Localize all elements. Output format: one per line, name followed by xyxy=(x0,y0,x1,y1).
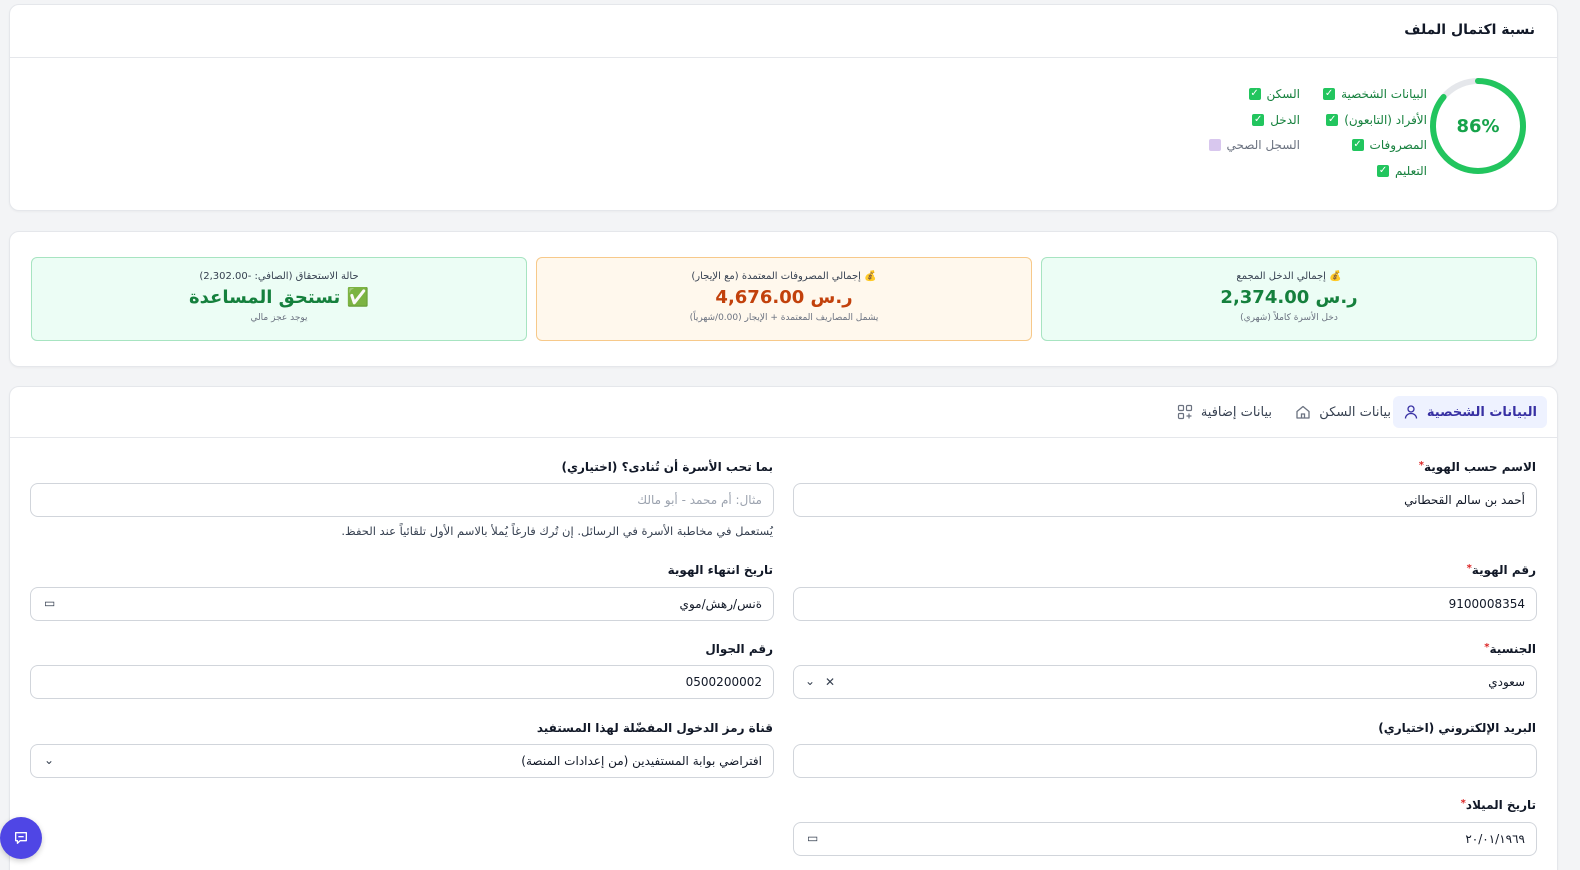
mobile-label: رقم الجوال xyxy=(705,642,773,656)
financial-summary-card: 💰 إجمالي الدخل المجمع ر.س 2,374.00 دخل ا… xyxy=(9,231,1558,367)
completion-title: نسبة اكتمال الملف xyxy=(1404,22,1535,38)
stat-value: ✅ تستحق المساعدة xyxy=(189,287,369,308)
check-item-dependents: ✓ الأفراد (التابعون) xyxy=(1326,113,1427,127)
stat-subtitle: يشمل المصاريف المعتمدة + الإيجار (0.00/ش… xyxy=(689,313,879,323)
email-label: البريد الإلكتروني (اختياري) xyxy=(1378,721,1536,735)
stat-subtitle: يوجد عجز مالي xyxy=(250,313,308,323)
stat-value: ر.س 2,374.00 xyxy=(1220,287,1358,308)
calendar-icon[interactable]: ▭ xyxy=(44,596,55,610)
total-expenses-stat: 💰 إجمالي المصروفات المعتمدة (مع الإيجار)… xyxy=(536,257,1032,341)
tab-additional-data[interactable]: بيانات إضافية xyxy=(1167,396,1282,428)
nickname-label: بما تحب الأسرة أن تُنادى؟ (اختياري) xyxy=(561,460,773,474)
completion-header: نسبة اكتمال الملف xyxy=(10,5,1557,58)
login-channel-select[interactable]: افتراضي بوابة المستفيدين (من إعدادات الم… xyxy=(30,744,774,778)
chat-button[interactable] xyxy=(0,817,42,859)
id-number-input[interactable]: 9100008354 xyxy=(793,587,1537,621)
check-icon: ✓ xyxy=(1377,165,1390,177)
stat-title: 💰 إجمالي الدخل المجمع xyxy=(1236,271,1342,282)
calendar-icon[interactable]: ▭ xyxy=(807,831,818,845)
home-icon xyxy=(1296,405,1310,419)
user-icon xyxy=(1404,405,1418,419)
check-item-health: السجل الصحي xyxy=(1208,138,1300,152)
clear-icon[interactable]: ✕ xyxy=(825,675,835,689)
id-expiry-input[interactable]: ةنس/رهش/موي ▭ xyxy=(30,587,774,621)
grid-plus-icon xyxy=(1177,404,1192,420)
id-expiry-label: تاريخ انتهاء الهوية xyxy=(667,563,773,577)
tab-housing-data[interactable]: بيانات السكن xyxy=(1285,396,1401,428)
stat-value: ر.س 4,676.00 xyxy=(715,287,853,308)
completion-card: نسبة اكتمال الملف xyxy=(9,4,1558,211)
nationality-label: الجنسية* xyxy=(1484,642,1536,656)
nationality-select[interactable]: سعودي ✕ ⌄ xyxy=(793,665,1537,699)
full-name-input[interactable]: أحمد بن سالم القحطاني xyxy=(793,483,1537,517)
check-icon: ✓ xyxy=(1252,114,1265,126)
email-input[interactable] xyxy=(793,744,1537,778)
check-icon: ✓ xyxy=(1351,139,1364,151)
mobile-input[interactable]: 0500200002 xyxy=(30,665,774,699)
form-tabs: البيانات الشخصية بيانات السكن بيانات إضا… xyxy=(10,387,1557,438)
tab-personal-data[interactable]: البيانات الشخصية xyxy=(1392,396,1547,428)
chevron-down-icon[interactable]: ⌄ xyxy=(44,753,54,767)
chevron-down-icon[interactable]: ⌄ xyxy=(805,674,815,688)
check-item-income: ✓ الدخل xyxy=(1252,113,1300,127)
check-item-education: ✓ التعليم xyxy=(1377,164,1427,178)
stat-title: 💰 إجمالي المصروفات المعتمدة (مع الإيجار) xyxy=(691,271,877,282)
id-number-label: رقم الهوية* xyxy=(1466,563,1536,577)
nickname-input[interactable]: مثال: أم محمد - أبو مالك xyxy=(30,483,774,517)
check-item-personal: ✓ البيانات الشخصية xyxy=(1323,87,1427,101)
stat-title: حالة الاستحقاق (الصافي: -2,302.00) xyxy=(199,271,359,282)
full-name-label: الاسم حسب الهوية* xyxy=(1418,460,1536,474)
login-channel-label: قناة رمز الدخول المفضّلة لهذا المستفيد xyxy=(536,721,773,735)
check-icon: ✓ xyxy=(1323,88,1336,100)
check-icon: ✓ xyxy=(1326,114,1339,126)
total-income-stat: 💰 إجمالي الدخل المجمع ر.س 2,374.00 دخل ا… xyxy=(1041,257,1537,341)
completion-percent: 86% xyxy=(1456,115,1500,137)
unchecked-box-icon xyxy=(1208,139,1221,151)
check-item-expenses: ✓ المصروفات xyxy=(1351,138,1427,152)
check-icon: ✓ xyxy=(1248,88,1261,100)
check-item-housing: ✓ السكن xyxy=(1248,87,1300,101)
beneficiary-form-card: البيانات الشخصية بيانات السكن بيانات إضا… xyxy=(9,386,1558,870)
birth-date-input[interactable]: ٢٠/٠١/١٩٦٩ ▭ xyxy=(793,822,1537,856)
chat-icon xyxy=(15,832,27,844)
eligibility-stat: حالة الاستحقاق (الصافي: -2,302.00) ✅ تست… xyxy=(31,257,527,341)
birth-date-label: تاريخ الميلاد* xyxy=(1460,798,1536,812)
stat-subtitle: دخل الأسرة كاملاً (شهري) xyxy=(1240,313,1338,323)
nickname-help-text: يُستعمل في مخاطبة الأسرة في الرسائل. إن … xyxy=(341,524,773,538)
